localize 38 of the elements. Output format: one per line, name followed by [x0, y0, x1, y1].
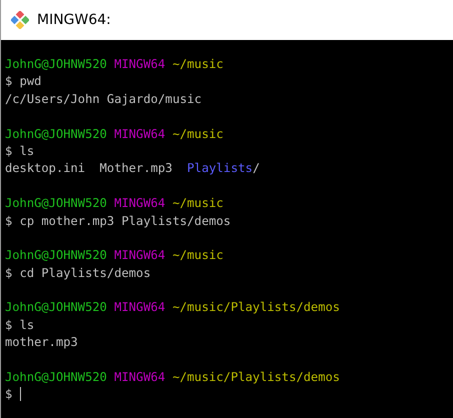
output-text: /c/Users/John Gajardo/music [5, 92, 202, 106]
output-text: Mother.mp3 [100, 161, 172, 176]
prompt-system: MINGW64 [114, 300, 166, 314]
prompt-user: JohnG@JOHNW520 [5, 196, 107, 210]
output-text: Playlists [187, 161, 253, 176]
prompt-symbol: $ [5, 214, 12, 228]
prompt-user: JohnG@JOHNW520 [5, 370, 107, 384]
output-text: mother.mp3 [5, 335, 78, 350]
window-title: MINGW64: [37, 12, 111, 28]
prompt-system: MINGW64 [114, 126, 166, 141]
prompt-symbol: $ [5, 144, 12, 158]
prompt-path: ~/music [172, 57, 224, 71]
command-text: ls [20, 144, 34, 158]
prompt-path: ~/music [172, 248, 224, 262]
prompt-user: JohnG@JOHNW520 [5, 57, 107, 71]
prompt-path: ~/music/Playlists/demos [172, 300, 340, 314]
command-text: cd Playlists/demos [20, 266, 151, 280]
app-icon [11, 11, 29, 29]
prompt-user: JohnG@JOHNW520 [5, 248, 107, 262]
prompt-system: MINGW64 [114, 248, 166, 262]
prompt-symbol: $ [5, 387, 12, 402]
command-text: cp mother.mp3 Playlists/demos [20, 214, 231, 228]
output-text: desktop.ini [5, 161, 86, 176]
prompt-path: ~/music [172, 196, 224, 210]
prompt-system: MINGW64 [114, 370, 166, 384]
prompt-path: ~/music/Playlists/demos [172, 370, 340, 384]
prompt-user: JohnG@JOHNW520 [5, 126, 107, 141]
command-text: pwd [20, 74, 42, 88]
text-cursor [20, 387, 21, 402]
prompt-system: MINGW64 [114, 196, 166, 210]
output-text: / [252, 161, 260, 176]
prompt-symbol: $ [5, 318, 12, 332]
prompt-path: ~/music [172, 126, 224, 141]
prompt-symbol: $ [5, 266, 12, 280]
prompt-symbol: $ [5, 74, 12, 88]
command-text: ls [20, 318, 34, 332]
prompt-system: MINGW64 [114, 57, 166, 71]
prompt-user: JohnG@JOHNW520 [5, 300, 107, 314]
